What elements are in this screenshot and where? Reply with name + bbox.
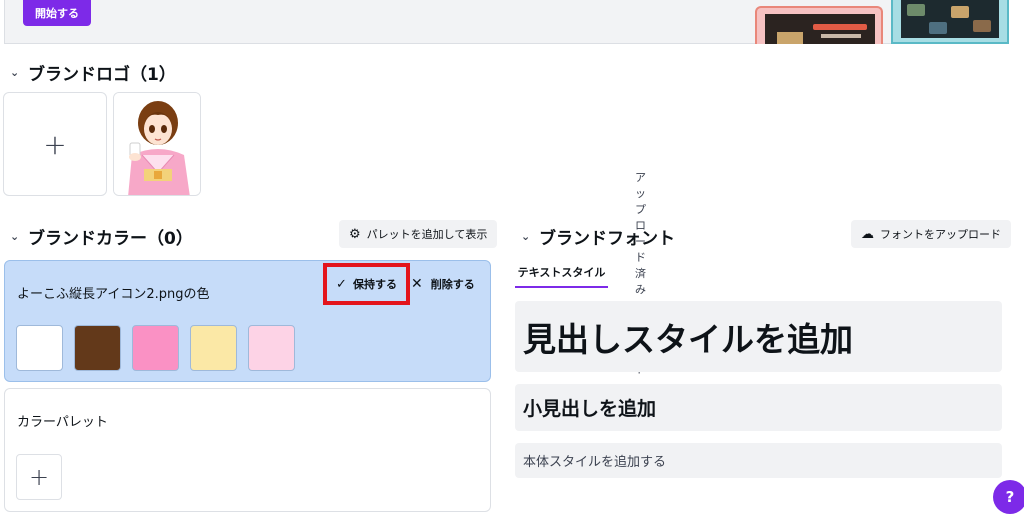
thumbnail-image [765,14,875,44]
brand-logo-header[interactable]: ⌄ ブランドロゴ（1） [10,60,176,85]
suggested-palette-card: よーこふ縦長アイコン2.pngの色 ✓ 保持する ✕ 削除する [4,260,491,382]
add-palette-button[interactable]: ⚙ パレットを追加して表示 [339,220,498,248]
brand-color-title: ブランドカラー（0） [28,229,193,249]
delete-button[interactable]: ✕ 削除する [411,273,475,295]
thumbnail-shape [929,22,947,34]
add-color-button[interactable]: + [16,454,62,500]
color-swatch[interactable] [248,325,295,371]
add-heading-style[interactable]: 見出しスタイルを追加 [515,301,1002,372]
brand-font-title: ブランドフォント [539,229,675,249]
thumbnail-shape [951,6,969,18]
color-swatch[interactable] [132,325,179,371]
tab-text-style[interactable]: テキストスタイル [515,258,608,288]
cloud-upload-icon: ☁ [861,226,874,242]
template-thumbnail-cooking[interactable] [755,6,883,44]
help-button[interactable]: ? [993,480,1024,514]
thumbnail-shape [973,20,991,32]
top-banner: 開始する [4,0,1009,44]
color-swatch[interactable] [16,325,63,371]
keep-label: 保持する [352,278,397,291]
add-subheading-style[interactable]: 小見出しを追加 [515,384,1002,431]
keep-button[interactable]: ✓ 保持する [323,263,410,305]
upload-font-label: フォントをアップロード [880,228,1001,241]
color-swatch[interactable] [190,325,237,371]
thumbnail-shape [777,32,803,44]
add-body-style[interactable]: 本体スタイルを追加する [515,443,1002,478]
add-logo-button[interactable]: + [3,92,107,196]
add-palette-label: パレットを追加して表示 [366,228,488,241]
brand-logo-image[interactable] [113,92,201,196]
plus-icon: + [28,463,50,491]
template-thumbnail-food[interactable] [891,0,1009,44]
delete-label: 削除する [430,278,475,291]
color-swatch[interactable] [74,325,121,371]
close-icon: ✕ [411,276,423,292]
thumbnail-shape [907,4,925,16]
kimono-avatar-image [114,93,200,195]
thumbnail-shape [813,24,867,30]
thumbnail-shape [821,34,861,38]
check-icon: ✓ [336,276,347,292]
chevron-down-icon: ⌄ [10,230,20,243]
thumbnail-image [901,0,999,38]
tab-uploaded-fonts[interactable]: アップロード済みのフォント [635,171,646,376]
chevron-down-icon: ⌄ [10,66,20,79]
palette-name: よーこふ縦長アイコン2.pngの色 [17,287,210,302]
color-palette-label: カラーパレット [17,415,108,430]
palette-icon: ⚙ [349,226,361,242]
plus-icon: + [43,127,67,161]
brand-font-header[interactable]: ⌄ ブランドフォント [521,224,675,249]
brand-color-header[interactable]: ⌄ ブランドカラー（0） [10,224,193,249]
start-button[interactable]: 開始する [23,0,91,26]
brand-logo-title: ブランドロゴ（1） [28,65,176,85]
upload-font-button[interactable]: ☁ フォントをアップロード [851,220,1011,248]
chevron-down-icon: ⌄ [521,230,531,243]
color-palette-card: カラーパレット + [4,388,491,512]
